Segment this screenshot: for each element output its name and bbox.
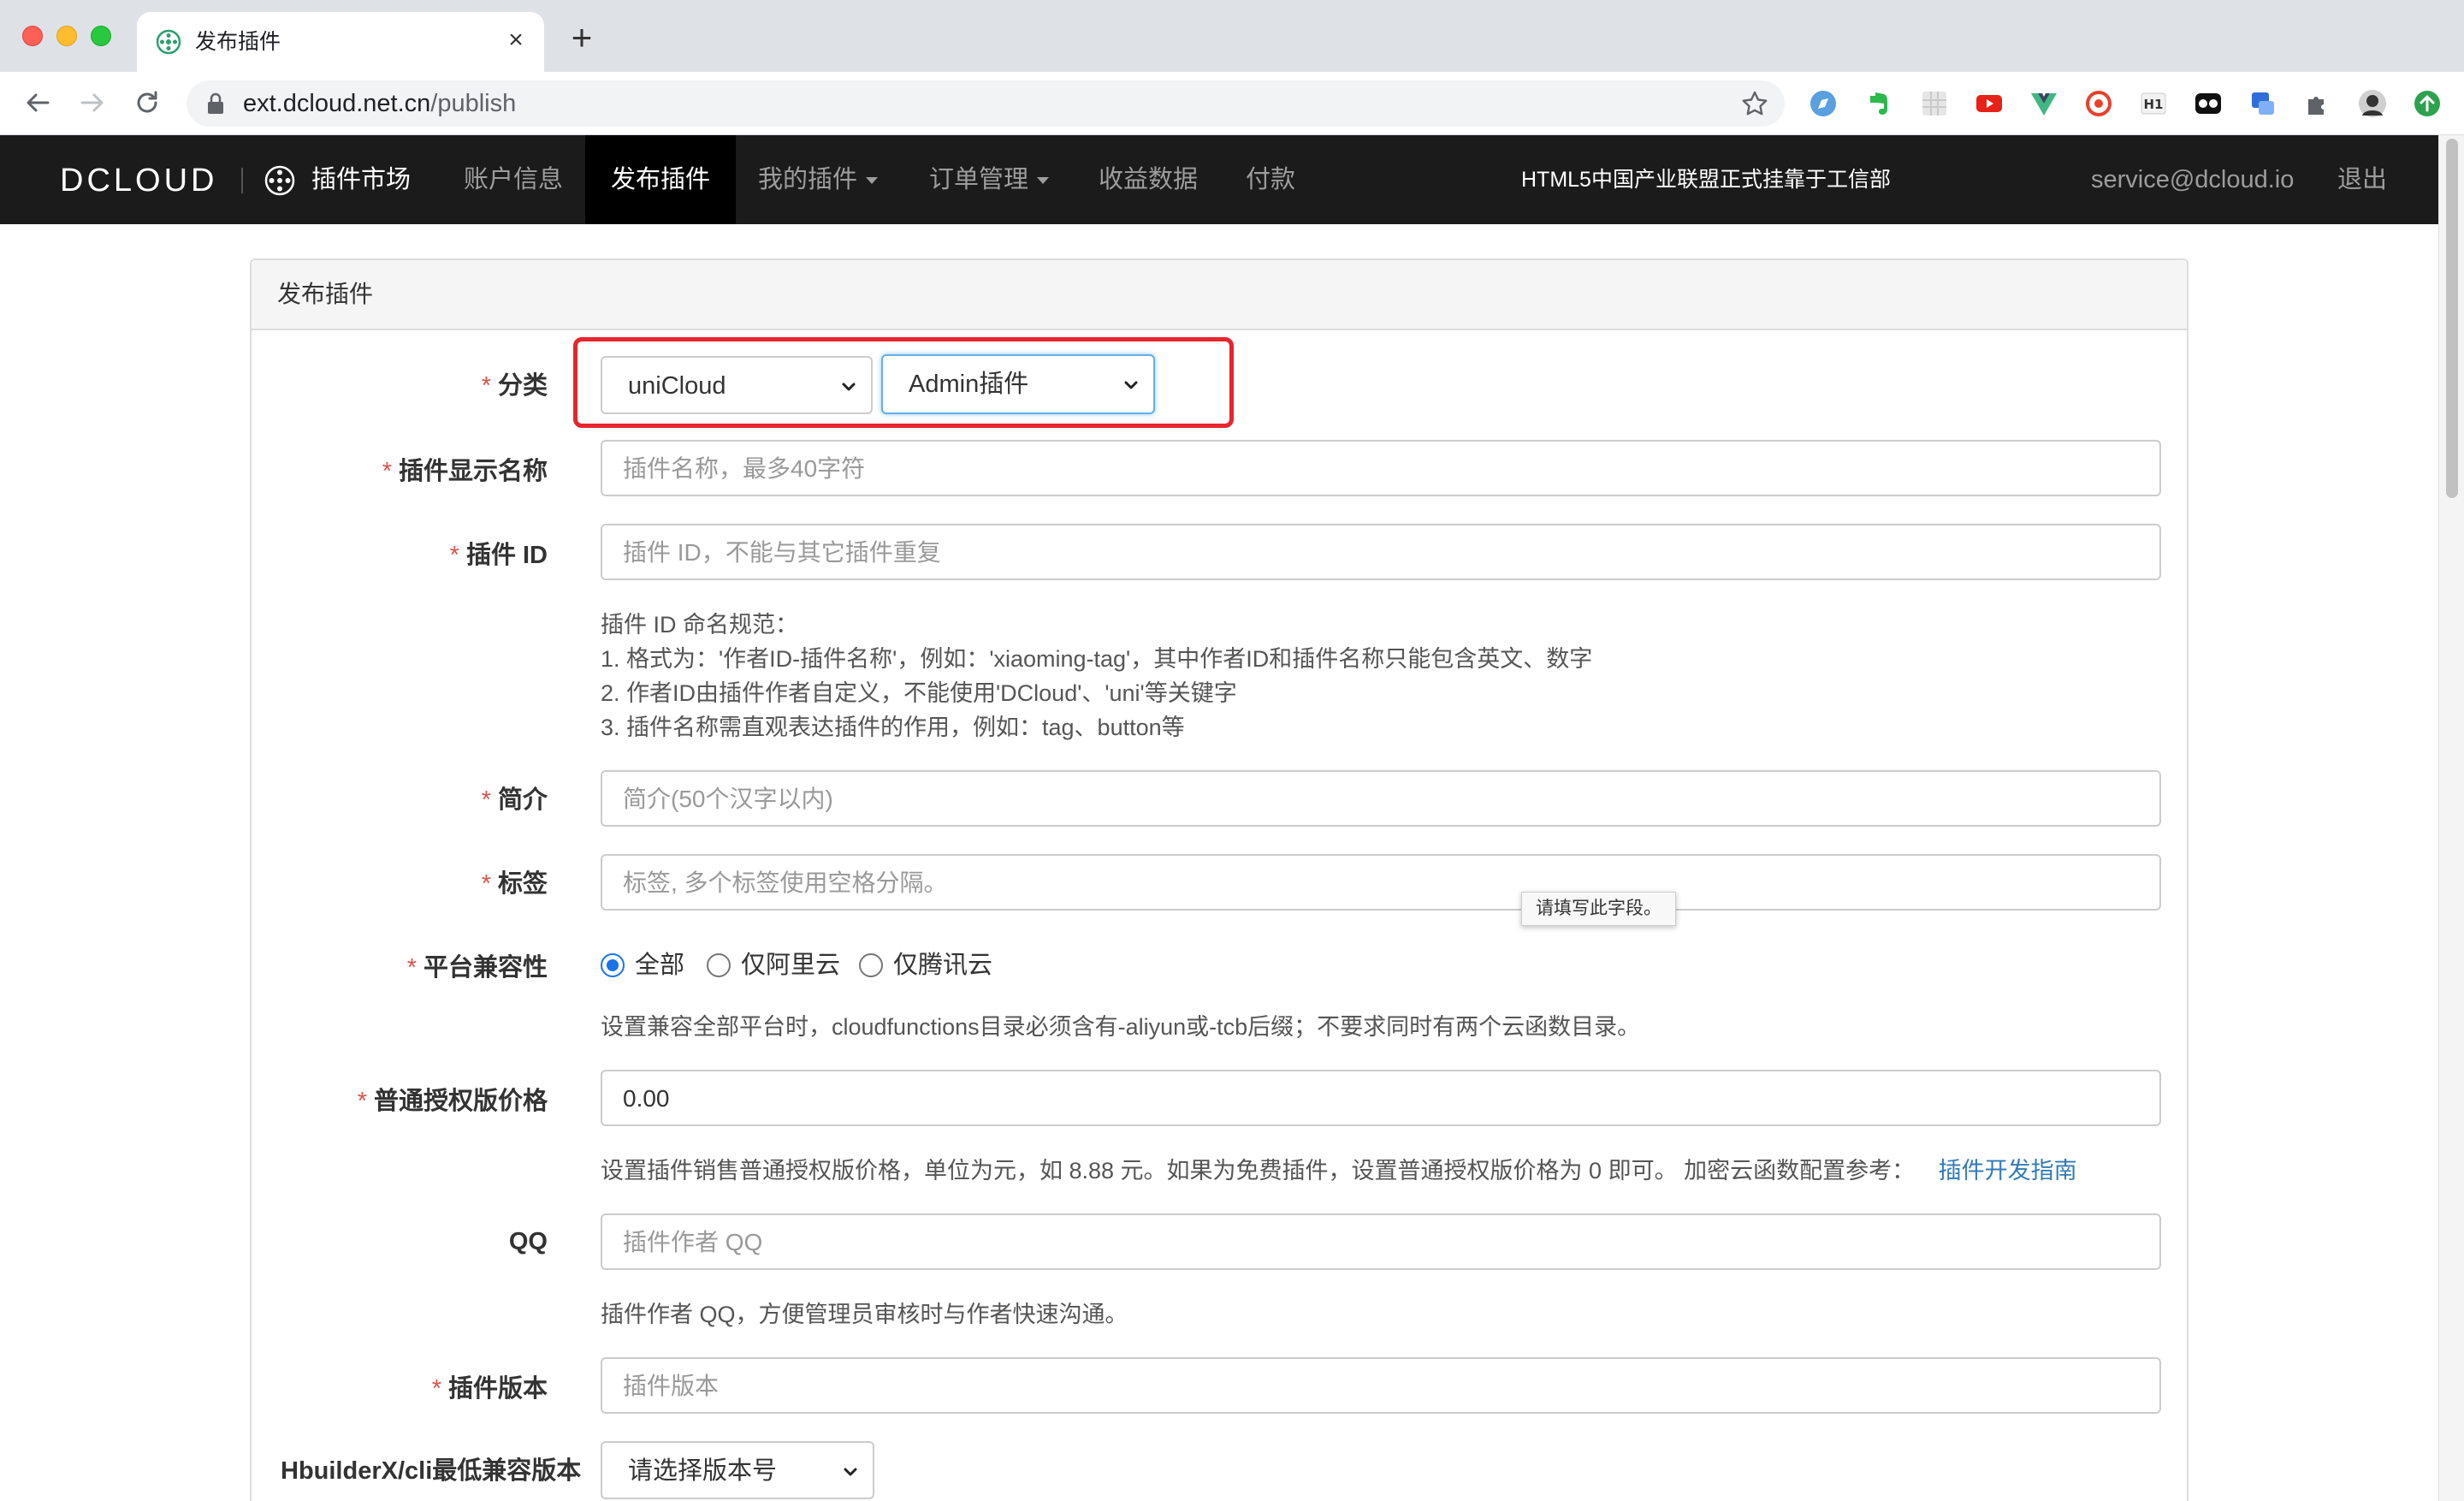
update-arrow-icon[interactable] bbox=[2413, 89, 2442, 118]
panel-title: 发布插件 bbox=[277, 281, 374, 307]
svg-text:H1: H1 bbox=[2144, 97, 2164, 112]
youtube-icon[interactable] bbox=[1975, 89, 2004, 118]
plugin-id-label: * 插件 ID bbox=[449, 542, 548, 569]
bookmark-star-icon[interactable] bbox=[1740, 89, 1769, 118]
profile-avatar-icon[interactable] bbox=[2358, 89, 2387, 118]
dev-guide-link[interactable]: 插件开发指南 bbox=[1939, 1158, 2077, 1184]
browser-tab[interactable]: 发布插件 × bbox=[137, 12, 544, 72]
intro-input[interactable]: 简介(50个汉字以内) bbox=[601, 770, 2161, 827]
vue-devtools-icon[interactable] bbox=[2029, 89, 2058, 118]
nav-logout[interactable]: 退出 bbox=[2337, 135, 2387, 224]
nav-announcement[interactable]: HTML5中国产业联盟正式挂靠于工信部 bbox=[1521, 135, 1891, 224]
tags-input[interactable]: 标签, 多个标签使用空格分隔。 bbox=[601, 854, 2161, 911]
extension-compass-icon[interactable] bbox=[1809, 89, 1838, 118]
window-zoom-button[interactable] bbox=[91, 26, 111, 46]
chevron-down-icon bbox=[866, 177, 879, 185]
browser-toolbar: ext.dcloud.net.cn/publish H1 bbox=[0, 72, 2464, 135]
h1-extension-icon[interactable]: H1 bbox=[2139, 89, 2168, 118]
window-close-button[interactable] bbox=[22, 26, 43, 46]
nav-payment[interactable]: 付款 bbox=[1220, 135, 1321, 224]
plugin-market-icon bbox=[156, 29, 181, 55]
price-input[interactable]: 0.00 bbox=[601, 1070, 2161, 1126]
platform-label: * 平台兼容性 bbox=[406, 954, 548, 982]
qq-input[interactable]: 插件作者 QQ bbox=[601, 1213, 2161, 1270]
tags-label: * 标签 bbox=[481, 870, 548, 898]
platform-option-label: 仅阿里云 bbox=[741, 952, 841, 979]
nav-revenue-data[interactable]: 收益数据 bbox=[1073, 135, 1223, 224]
panel-header: 发布插件 bbox=[252, 260, 2187, 330]
lock-icon bbox=[208, 92, 223, 114]
reload-icon[interactable] bbox=[130, 86, 164, 120]
target-extension-icon[interactable] bbox=[2084, 89, 2113, 118]
version-label: * 插件版本 bbox=[431, 1375, 548, 1403]
scrollbar-thumb[interactable] bbox=[2446, 139, 2458, 498]
price-help: 设置插件销售普通授权版价格，单位为元，如 8.88 元。如果为免费插件，设置普通… bbox=[601, 1158, 2077, 1184]
platform-radio-tencent[interactable] bbox=[859, 953, 883, 977]
address-bar[interactable]: ext.dcloud.net.cn/publish bbox=[187, 80, 1785, 127]
translate-extension-icon[interactable] bbox=[2248, 89, 2277, 118]
dcloud-logo[interactable]: DCLOUD bbox=[60, 164, 217, 197]
platform-radio-aliyun[interactable] bbox=[707, 953, 731, 977]
nav-order-management[interactable]: 订单管理 bbox=[903, 135, 1075, 224]
platform-help: 设置兼容全部平台时，cloudfunctions目录必须含有-aliyun或-t… bbox=[601, 1014, 1641, 1040]
intro-label: * 简介 bbox=[481, 786, 548, 814]
version-input[interactable]: 插件版本 bbox=[601, 1357, 2161, 1414]
platform-option-label: 仅腾讯云 bbox=[893, 952, 993, 979]
grid-extension-icon[interactable] bbox=[1920, 89, 1949, 118]
forward-arrow-icon[interactable] bbox=[75, 86, 110, 120]
platform-option-label: 全部 bbox=[635, 952, 685, 979]
display-name-label: * 插件显示名称 bbox=[382, 458, 548, 485]
platform-radio-all[interactable] bbox=[601, 953, 625, 977]
chevron-down-icon bbox=[1037, 177, 1050, 185]
nav-account-info[interactable]: 账户信息 bbox=[438, 135, 589, 224]
chevron-down-icon bbox=[844, 1468, 857, 1476]
window-minimize-button[interactable] bbox=[56, 26, 77, 46]
nav-plugin-market[interactable]: 插件市场 bbox=[286, 135, 436, 224]
tab-title: 发布插件 bbox=[195, 30, 281, 54]
nav-publish-plugin[interactable]: 发布插件 bbox=[585, 135, 737, 224]
close-icon[interactable]: × bbox=[503, 27, 529, 53]
category-label: * 分类 bbox=[481, 372, 548, 400]
page-scrollbar[interactable] bbox=[2438, 135, 2464, 1501]
site-navbar: DCLOUD 插件市场 账户信息 发布插件 我的插件 订单管理 收益数据 付款 … bbox=[0, 135, 2438, 224]
url-text: ext.dcloud.net.cn/publish bbox=[243, 90, 517, 117]
qq-help: 插件作者 QQ，方便管理员审核时与作者快速沟通。 bbox=[601, 1302, 1128, 1327]
logo-divider bbox=[241, 168, 243, 193]
evernote-icon[interactable] bbox=[1863, 89, 1892, 118]
price-label: * 普通授权版价格 bbox=[357, 1088, 548, 1115]
hbuilder-version-label: HbuilderX/cli最低兼容版本 bbox=[281, 1457, 582, 1485]
new-tab-button[interactable]: + bbox=[565, 20, 599, 56]
display-name-input[interactable]: 插件名称，最多40字符 bbox=[601, 440, 2161, 496]
nav-user-email[interactable]: service@dcloud.io bbox=[2091, 135, 2294, 224]
puzzle-extensions-icon[interactable] bbox=[2303, 89, 2332, 118]
dual-eye-extension-icon[interactable] bbox=[2194, 89, 2223, 118]
back-arrow-icon[interactable] bbox=[21, 86, 55, 120]
plugin-id-help: 插件 ID 命名规范： 1. 格式为：'作者ID-插件名称'，例如：'xiaom… bbox=[601, 612, 1593, 740]
qq-label: QQ bbox=[508, 1228, 548, 1255]
plugin-id-input[interactable]: 插件 ID，不能与其它插件重复 bbox=[601, 524, 2161, 580]
validation-tooltip: 请填写此字段。 bbox=[1521, 892, 1676, 926]
browser-tab-bar: 发布插件 × + bbox=[0, 0, 2464, 72]
nav-my-plugins[interactable]: 我的插件 bbox=[732, 135, 903, 224]
hbuilder-version-select[interactable]: 请选择版本号 bbox=[601, 1441, 874, 1499]
category-highlight-box bbox=[573, 337, 1234, 428]
